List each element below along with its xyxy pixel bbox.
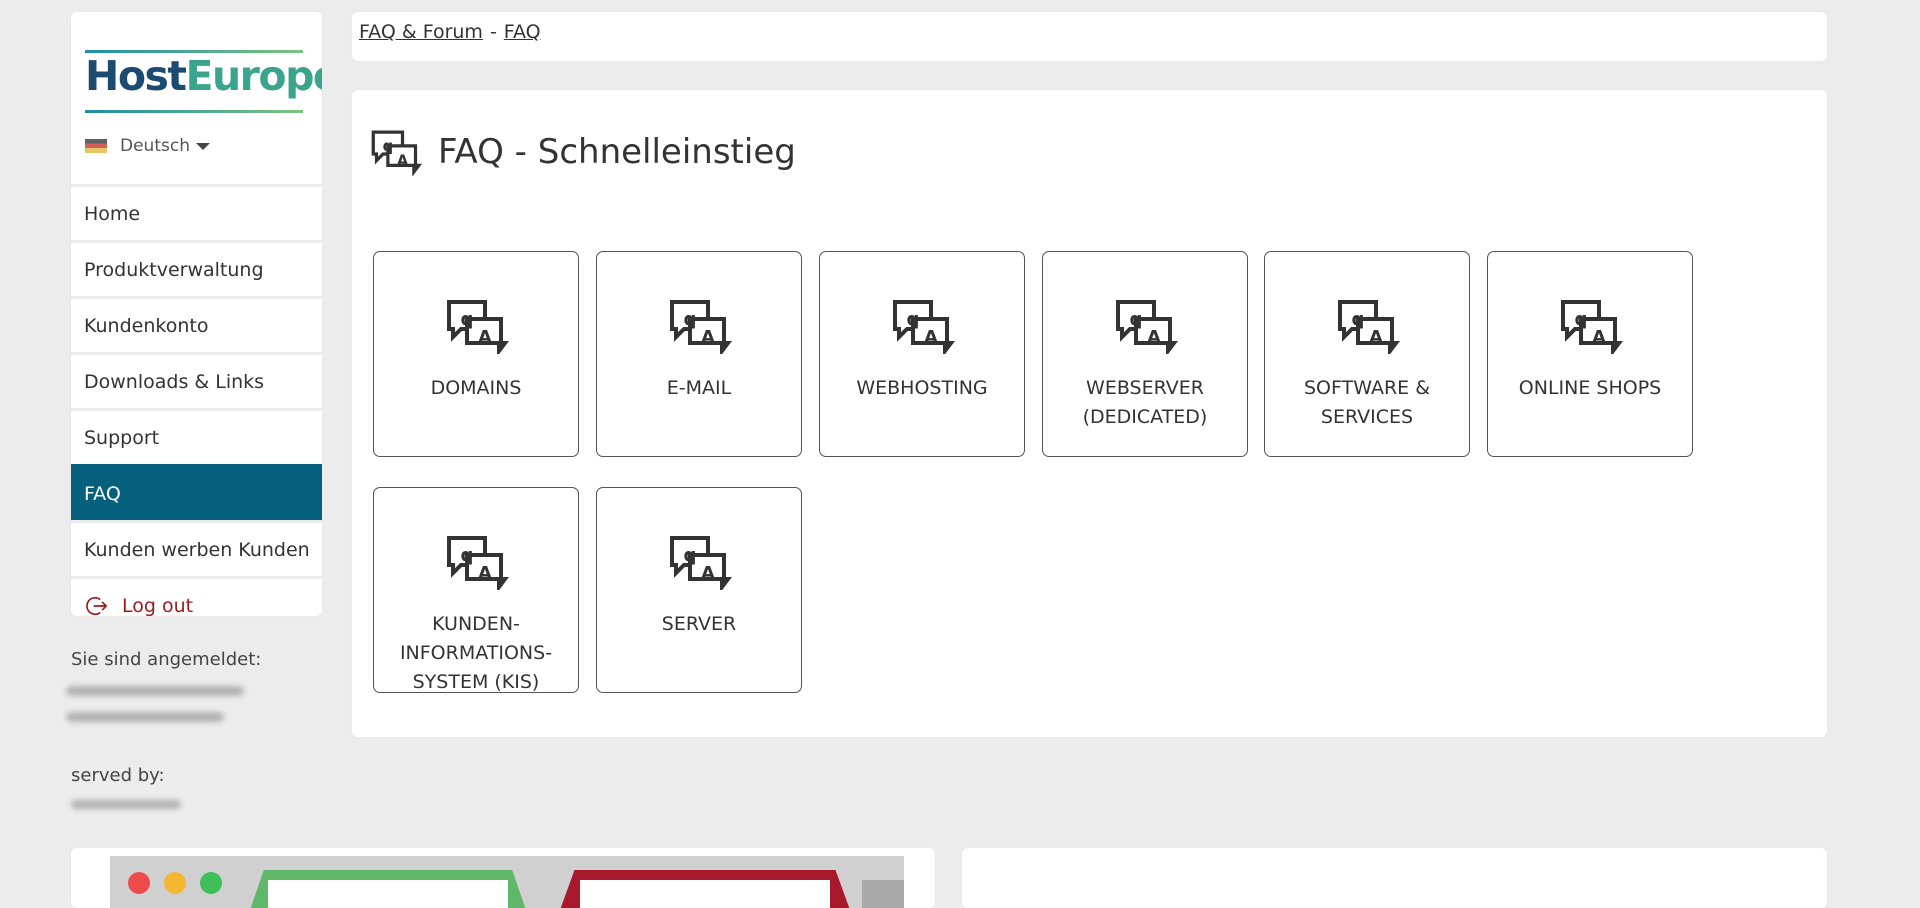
faq-icon: qA [447, 536, 509, 590]
page-title: FAQ - Schnelleinstieg [438, 132, 796, 172]
page-header: q A FAQ - Schnelleinstieg [370, 128, 796, 176]
tile-label: WEBHOSTING [856, 377, 988, 399]
svg-text:A: A [1369, 327, 1383, 348]
faq-tile-webhosting[interactable]: qA WEBHOSTING [819, 251, 1025, 457]
svg-text:q: q [1130, 309, 1143, 330]
sidebar-item-home[interactable]: Home [71, 184, 322, 240]
svg-text:A: A [701, 563, 715, 584]
tile-label: E-MAIL [666, 377, 732, 399]
sidebar-item-label: Kundenkonto [84, 314, 209, 337]
host-europe-logo[interactable]: HostEurope [85, 36, 322, 116]
sidebar-item-label: FAQ [84, 482, 121, 505]
sidebar-item-faq[interactable]: FAQ [71, 464, 322, 520]
svg-text:A: A [397, 152, 409, 169]
redacted-account-id [66, 712, 224, 722]
faq-tile-online-shops[interactable]: qA ONLINE SHOPS [1487, 251, 1693, 457]
breadcrumb: FAQ & Forum - FAQ [359, 21, 541, 43]
tile-label: ONLINE SHOPS [1518, 377, 1662, 399]
sidebar-item-kunden-werben-kunden[interactable]: Kunden werben Kunden [71, 520, 322, 576]
sidebar-item-downloads[interactable]: Downloads & Links [71, 352, 322, 408]
browser-dot-red-icon [128, 872, 150, 894]
redacted-username [66, 686, 244, 696]
sidebar-item-label: Kunden werben Kunden [84, 538, 310, 561]
browser-tab-red-inner [580, 880, 830, 908]
faq-tile-server[interactable]: qA SERVER [596, 487, 802, 693]
tile-label: SERVER [661, 613, 737, 635]
language-selector[interactable]: Deutsch [85, 134, 210, 158]
sidebar-item-support[interactable]: Support [71, 408, 322, 464]
tile-label: KUNDEN-INFORMATIONS-SYSTEM (KIS) [399, 613, 553, 693]
faq-icon: qA [1338, 300, 1400, 354]
promo-card [71, 848, 935, 908]
svg-text:q: q [383, 138, 393, 155]
sidebar-item-label: Produktverwaltung [84, 258, 264, 281]
sidebar-item-label: Support [84, 426, 160, 449]
redacted-server-name [71, 800, 181, 809]
svg-text:q: q [1352, 309, 1365, 330]
svg-text:q: q [461, 309, 474, 330]
sidebar-item-produktverwaltung[interactable]: Produktverwaltung [71, 240, 322, 296]
logged-in-label: Sie sind angemeldet: [71, 649, 262, 670]
language-label: Deutsch [120, 136, 190, 156]
svg-text:q: q [1575, 309, 1588, 330]
browser-tab-gray [862, 880, 904, 908]
svg-text:A: A [478, 563, 492, 584]
faq-icon: qA [1116, 300, 1178, 354]
sidebar-nav: Home Produktverwaltung Kundenkonto Downl… [71, 184, 322, 616]
tile-label: SOFTWARE & SERVICES [1303, 377, 1431, 428]
svg-text:q: q [684, 309, 697, 330]
breadcrumb-faq[interactable]: FAQ [504, 21, 541, 43]
browser-dot-yellow-icon [164, 872, 186, 894]
logout-button[interactable]: Log out [71, 576, 322, 616]
browser-illustration [110, 856, 904, 908]
served-by-label: served by: [71, 765, 165, 786]
faq-panel: q A FAQ - Schnelleinstieg qA DOMAINS qA … [352, 90, 1827, 737]
breadcrumb-separator: - [489, 21, 497, 43]
breadcrumb-bar: FAQ & Forum - FAQ [352, 12, 1827, 61]
sidebar-item-kundenkonto[interactable]: Kundenkonto [71, 296, 322, 352]
breadcrumb-faq-forum[interactable]: FAQ & Forum [359, 21, 483, 43]
svg-text:A: A [1147, 327, 1161, 348]
faq-icon: qA [447, 300, 509, 354]
german-flag-icon [85, 139, 107, 153]
svg-text:A: A [701, 327, 715, 348]
faq-tile-kis[interactable]: qA KUNDEN-INFORMATIONS-SYSTEM (KIS) [373, 487, 579, 693]
sidebar: HostEurope Deutsch Home Produktverwaltun… [71, 12, 322, 616]
logout-label: Log out [122, 594, 194, 617]
svg-text:q: q [684, 545, 697, 566]
logo-text: HostEurope [85, 52, 322, 100]
logo-bottom-line [85, 110, 303, 113]
logout-icon [86, 596, 107, 615]
faq-icon: qA [670, 300, 732, 354]
info-card [962, 848, 1827, 908]
faq-icon: qA [670, 536, 732, 590]
faq-icon: qA [893, 300, 955, 354]
sidebar-item-label: Downloads & Links [84, 370, 265, 393]
browser-tab-green-inner [268, 880, 508, 908]
faq-icon: q A [371, 130, 422, 176]
svg-text:A: A [1592, 327, 1606, 348]
faq-tile-webserver[interactable]: qA WEBSERVER (DEDICATED) [1042, 251, 1248, 457]
browser-dot-green-icon [200, 872, 222, 894]
faq-tile-email[interactable]: qA E-MAIL [596, 251, 802, 457]
tile-label: DOMAINS [430, 377, 522, 399]
faq-icon: qA [1561, 300, 1623, 354]
svg-text:q: q [907, 309, 920, 330]
faq-tile-software-services[interactable]: qA SOFTWARE & SERVICES [1264, 251, 1470, 457]
svg-text:A: A [924, 327, 938, 348]
svg-text:A: A [478, 327, 492, 348]
tile-label: WEBSERVER (DEDICATED) [1082, 377, 1208, 428]
svg-text:q: q [461, 545, 474, 566]
faq-tile-domains[interactable]: qA DOMAINS [373, 251, 579, 457]
caret-down-icon [195, 142, 210, 150]
sidebar-item-label: Home [84, 202, 141, 225]
